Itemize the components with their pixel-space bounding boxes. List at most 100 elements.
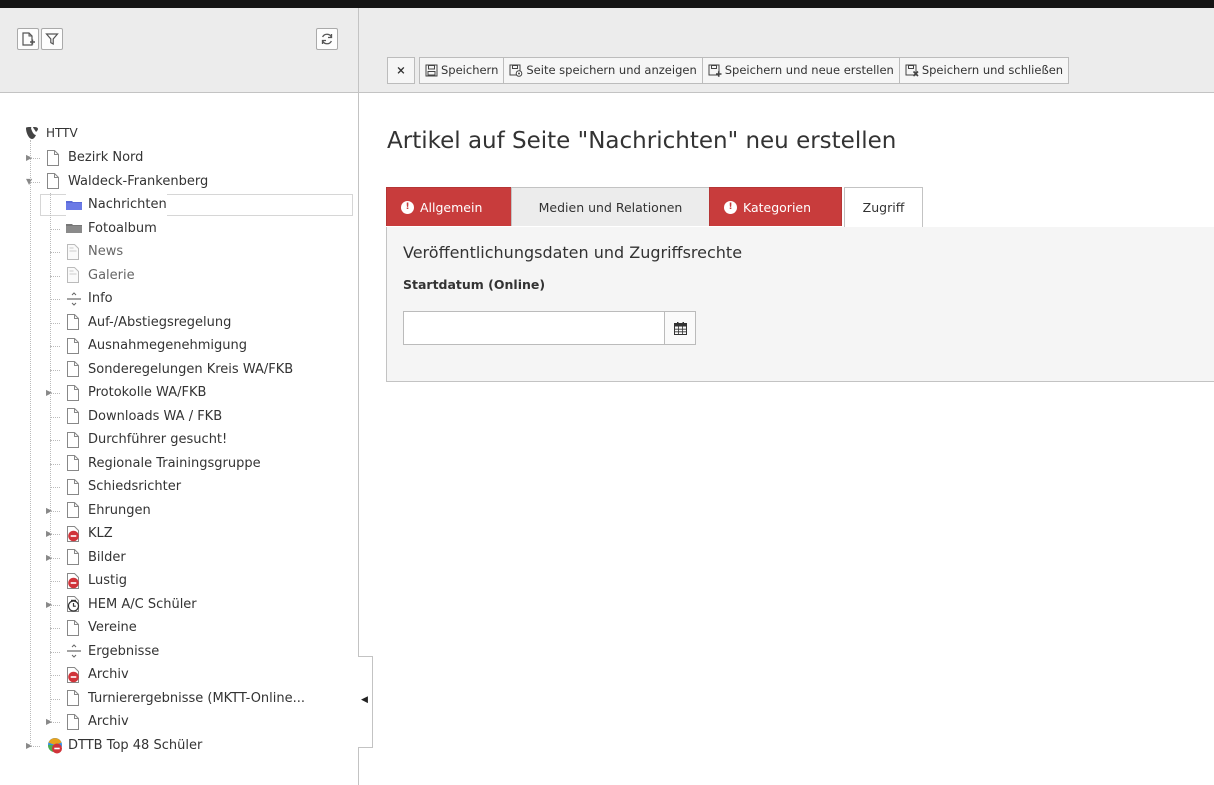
page-icon — [66, 337, 82, 354]
tree-item-label: DTTB Top 48 Schüler — [68, 737, 203, 753]
page-timed-icon — [66, 596, 82, 613]
tree-item[interactable]: Durchführer gesucht! — [0, 428, 358, 452]
tree-item[interactable]: ▶ HEM A/C Schüler — [0, 593, 358, 617]
tree-item[interactable]: Vereine — [0, 616, 358, 640]
calendar-button[interactable] — [664, 311, 696, 345]
tree-item[interactable]: Turnierergebnisse (MKTT-Online... — [0, 687, 358, 711]
save-new-icon — [708, 64, 722, 77]
tree-item[interactable]: Schiedsrichter — [0, 475, 358, 499]
tree-item[interactable]: ▼ Waldeck-Frankenberg — [0, 170, 358, 194]
page-icon — [66, 478, 82, 495]
caret-left-icon: ◀ — [361, 695, 368, 705]
tab-kategorien[interactable]: ! Kategorien — [709, 187, 842, 226]
tree-root[interactable]: HTTV — [0, 120, 358, 146]
page-icon — [66, 431, 82, 448]
new-page-button[interactable] — [17, 28, 39, 50]
save-icon — [425, 64, 438, 77]
folder-gray-icon — [66, 220, 82, 236]
page-icon — [66, 314, 82, 331]
tab-medien[interactable]: Medien und Relationen — [511, 187, 710, 226]
page-icon — [66, 408, 82, 425]
tab-zugriff[interactable]: Zugriff — [844, 187, 923, 227]
startdatum-input[interactable] — [403, 311, 665, 345]
tree-connector — [50, 698, 60, 700]
tree-item[interactable]: Regionale Trainingsgruppe — [0, 452, 358, 476]
tab-zugriff-label: Zugriff — [862, 200, 905, 215]
tree-connector — [50, 346, 60, 347]
tree-connector — [50, 487, 60, 488]
tree-item[interactable]: Galerie — [0, 264, 358, 288]
tab-medien-label: Medien und Relationen — [538, 200, 683, 215]
tree-item-label: Archiv — [88, 667, 129, 682]
tree-connector — [50, 275, 60, 277]
tree-item[interactable]: Auf-/Abstiegsregelung — [0, 311, 358, 335]
tree-item[interactable]: Downloads WA / FKB — [0, 405, 358, 429]
tree-item[interactable]: Ergebnisse — [0, 640, 358, 664]
error-badge-icon: ! — [724, 201, 737, 214]
tree-item-label: Ausnahmegenehmigung — [88, 338, 247, 353]
tree-item[interactable]: Fotoalbum — [0, 217, 358, 241]
tree-item[interactable]: ▶ Archiv — [0, 710, 358, 734]
save-and-view-button[interactable]: Seite speichern und anzeigen — [503, 57, 703, 84]
tree-item[interactable]: ▶ Bilder — [0, 546, 358, 570]
top-bar — [0, 0, 1214, 8]
tree-item[interactable]: ▶ KLZ — [0, 522, 358, 546]
tree-item[interactable]: ▶ Bezirk Nord — [0, 146, 358, 170]
tree-item-label: Auf-/Abstiegsregelung — [88, 314, 232, 330]
save-view-icon — [509, 64, 523, 77]
tree-item[interactable]: Archiv — [0, 663, 358, 687]
tree-item[interactable]: Ausnahmegenehmigung — [0, 334, 358, 358]
close-button[interactable]: × — [387, 57, 415, 84]
collapse-tree-handle[interactable]: ◀ — [358, 656, 373, 748]
tree-item-label: Turnierergebnisse (MKTT-Online... — [88, 690, 306, 706]
tree-item-label: Bilder — [88, 549, 126, 565]
save-button-label: Speichern — [441, 63, 499, 77]
external-hidden-icon — [46, 737, 62, 754]
page-icon — [66, 361, 82, 378]
tree-item-label: Nachrichten — [88, 197, 167, 212]
save-and-close-button[interactable]: Speichern und schließen — [898, 57, 1070, 84]
new-page-icon — [22, 32, 35, 46]
tree-item[interactable]: Lustig — [0, 569, 358, 593]
page-muted-icon — [66, 243, 82, 260]
tree-item-label: Protokolle WA/FKB — [88, 385, 207, 400]
tree-item[interactable]: ▶ Protokolle WA/FKB — [0, 381, 358, 405]
page-icon — [46, 149, 62, 166]
tree-item[interactable]: ▶ DTTB Top 48 Schüler — [0, 734, 358, 758]
page-tree: HTTV ▶ Bezirk Nord ▼ Waldeck-Frankenberg Nac… — [0, 120, 358, 757]
tree-item[interactable]: Sonderegelungen Kreis WA/FKB — [0, 358, 358, 382]
tree-guide-line — [30, 140, 31, 746]
save-and-view-label: Seite speichern und anzeigen — [526, 63, 697, 77]
tab-allgemein[interactable]: ! Allgemein — [386, 187, 512, 226]
page-icon — [46, 173, 62, 190]
tree-item-label: Schiedsrichter — [88, 479, 182, 494]
page-icon — [66, 455, 82, 472]
tree-item-label: Waldeck-Frankenberg — [68, 173, 209, 189]
tree-item-label: Sonderegelungen Kreis WA/FKB — [88, 361, 294, 377]
tree-item[interactable]: Nachrichten — [0, 193, 358, 217]
page-icon — [66, 713, 82, 730]
section-title: Veröffentlichungsdaten und Zugriffsrecht… — [403, 243, 743, 262]
save-and-close-label: Speichern und schließen — [921, 63, 1064, 77]
tree-item[interactable]: ▶ Ehrungen — [0, 499, 358, 523]
tree-item-label: HEM A/C Schüler — [88, 596, 197, 612]
tree-item[interactable]: News — [0, 240, 358, 264]
tree-item-label: Bezirk Nord — [68, 150, 144, 165]
tree-guide-line — [50, 193, 51, 722]
close-icon: × — [396, 63, 406, 77]
refresh-icon — [321, 33, 333, 45]
filter-icon — [45, 33, 59, 46]
page-hidden-icon — [66, 525, 82, 542]
error-badge-icon: ! — [401, 201, 414, 214]
filter-button[interactable] — [41, 28, 63, 50]
typo3-logo-icon — [24, 125, 40, 141]
save-and-new-button[interactable]: Speichern und neue erstellen — [701, 57, 900, 84]
refresh-tree-button[interactable] — [316, 28, 338, 50]
tree-connector — [50, 416, 60, 418]
save-close-icon — [905, 64, 919, 77]
tree-root-label: HTTV — [46, 126, 78, 140]
save-button[interactable]: Speichern — [419, 57, 505, 84]
save-and-new-label: Speichern und neue erstellen — [724, 63, 894, 77]
page-icon — [66, 619, 82, 636]
tree-item[interactable]: Info — [0, 287, 358, 311]
